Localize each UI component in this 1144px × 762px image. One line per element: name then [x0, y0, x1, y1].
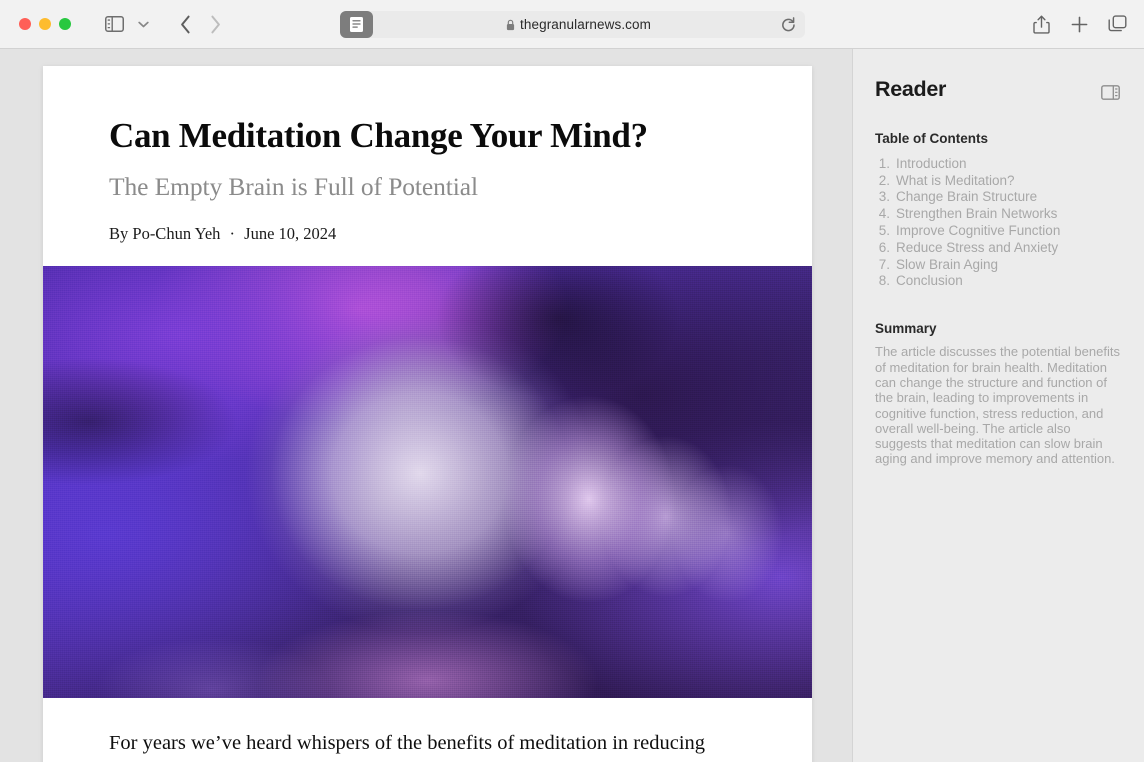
byline-author: Po-Chun Yeh	[132, 224, 221, 244]
toc-item-introduction[interactable]: 1. Introduction	[875, 155, 1122, 172]
byline-date: June 10, 2024	[244, 224, 337, 244]
summary-text: The article discusses the potential bene…	[875, 344, 1120, 467]
toc-heading: Table of Contents	[875, 131, 988, 146]
toc-item-improve-cognitive-function[interactable]: 5. Improve Cognitive Function	[875, 222, 1122, 239]
toc-number: 3.	[878, 189, 890, 205]
toc-label: Improve Cognitive Function	[896, 222, 1061, 238]
article-hero-image	[43, 266, 812, 699]
reader-panel-icon	[1100, 84, 1120, 100]
forward-button[interactable]	[200, 11, 230, 37]
share-icon	[1032, 15, 1050, 34]
toc-number: 4.	[878, 206, 890, 222]
back-button[interactable]	[170, 11, 200, 37]
article-paragraph: For years we’ve heard whispers of the be…	[109, 732, 706, 755]
reader-panel-title: Reader	[875, 77, 947, 101]
toc-list: 1. Introduction 2. What is Meditation? 3…	[875, 155, 1122, 289]
toc-number: 2.	[878, 172, 890, 188]
toc-item-strengthen-brain-networks[interactable]: 4. Strengthen Brain Networks	[875, 205, 1122, 222]
toc-label: Change Brain Structure	[896, 189, 1038, 205]
toc-number: 6.	[878, 239, 890, 255]
toc-label: Strengthen Brain Networks	[896, 206, 1058, 222]
toc-number: 7.	[878, 256, 890, 272]
byline-prefix: By	[109, 224, 129, 244]
article-body: For years we’ve heard whispers of the be…	[43, 698, 812, 762]
reload-icon	[781, 16, 796, 33]
window-controls	[0, 18, 71, 30]
toc-item-change-brain-structure[interactable]: 3. Change Brain Structure	[875, 189, 1122, 206]
toc-item-slow-brain-aging[interactable]: 7. Slow Brain Aging	[875, 256, 1122, 273]
url-text: thegranularnews.com	[520, 17, 651, 32]
summary-heading: Summary	[875, 321, 937, 337]
sidebar-toggle-button[interactable]	[102, 12, 126, 36]
lock-icon	[506, 19, 515, 31]
toc-label: Conclusion	[896, 273, 963, 289]
reader-sidebar: Reader Table of Contents 1. Introduction	[852, 49, 1144, 762]
tab-overview-icon	[1108, 15, 1127, 33]
hero-grain-texture	[43, 266, 812, 699]
byline-separator: ·	[229, 224, 236, 244]
article-subtitle: The Empty Brain is Full of Potential	[109, 172, 478, 202]
toc-label: Introduction	[896, 155, 967, 171]
toc-label: What is Meditation?	[896, 172, 1015, 188]
toolbar-right-group	[1028, 11, 1130, 37]
toc-item-what-is-meditation[interactable]: 2. What is Meditation?	[875, 172, 1122, 189]
toc-label: Slow Brain Aging	[896, 256, 999, 272]
toc-number: 8.	[878, 273, 890, 289]
sidebar-icon	[104, 16, 124, 32]
toc-item-reduce-stress-and-anxiety[interactable]: 6. Reduce Stress and Anxiety	[875, 239, 1122, 256]
web-content-area[interactable]: Can Meditation Change Your Mind? The Emp…	[0, 49, 852, 762]
close-window-button[interactable]	[19, 18, 31, 30]
sidebar-dropdown-button[interactable]	[132, 12, 154, 36]
toolbar-left-group	[71, 11, 230, 37]
toc-label: Reduce Stress and Anxiety	[896, 239, 1059, 255]
browser-toolbar: thegranularnews.com	[0, 0, 1144, 49]
toc-number: 1.	[878, 155, 890, 171]
new-tab-button[interactable]	[1066, 11, 1092, 37]
minimize-window-button[interactable]	[39, 18, 51, 30]
safari-window: thegranularnews.com Can Meditation Chang…	[0, 0, 1144, 762]
reader-sidebar-header: Reader	[875, 77, 1122, 104]
toc-number: 5.	[878, 222, 890, 238]
share-button[interactable]	[1028, 11, 1054, 37]
reload-button[interactable]	[780, 16, 797, 33]
article-card: Can Meditation Change Your Mind? The Emp…	[43, 66, 812, 762]
toc-item-conclusion[interactable]: 8. Conclusion	[875, 273, 1122, 290]
article-byline: By Po-Chun Yeh · June 10, 2024	[109, 224, 746, 266]
chevron-left-icon	[180, 15, 191, 34]
chevron-down-icon	[137, 21, 149, 28]
article-header: Can Meditation Change Your Mind? The Emp…	[43, 66, 812, 266]
tab-overview-button[interactable]	[1104, 11, 1130, 37]
reader-view-icon	[349, 16, 364, 33]
reader-panel-toggle-button[interactable]	[1098, 80, 1122, 104]
address-bar-area: thegranularnews.com	[340, 11, 805, 38]
chevron-right-icon	[210, 15, 221, 34]
article-title: Can Meditation Change Your Mind?	[109, 116, 648, 155]
maximize-window-button[interactable]	[59, 18, 71, 30]
address-field[interactable]: thegranularnews.com	[352, 11, 805, 38]
plus-icon	[1071, 16, 1088, 33]
reader-view-button[interactable]	[340, 11, 373, 38]
address-content: thegranularnews.com	[506, 17, 651, 32]
